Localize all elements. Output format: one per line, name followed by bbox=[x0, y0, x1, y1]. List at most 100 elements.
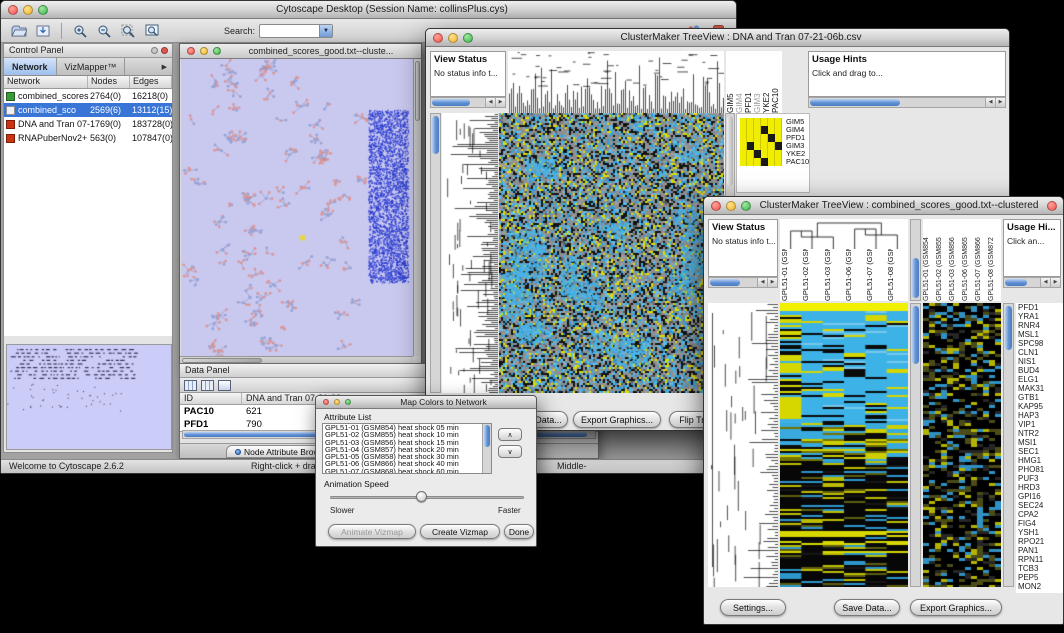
matrix-cell[interactable] bbox=[754, 126, 761, 134]
scroll-right-icon[interactable]: ▶ bbox=[495, 98, 505, 107]
network-overview-thumbnail[interactable] bbox=[6, 344, 172, 450]
matrix-cell[interactable] bbox=[768, 118, 775, 126]
gene-label[interactable]: PUF3 bbox=[1016, 474, 1063, 483]
float-panel-icon[interactable] bbox=[151, 47, 158, 54]
zoom-in-icon[interactable] bbox=[70, 22, 90, 40]
col-id[interactable]: ID bbox=[180, 393, 242, 404]
gene-label[interactable]: MSL1 bbox=[1016, 330, 1063, 339]
matrix-cell[interactable] bbox=[740, 118, 747, 126]
usage-hints-scrollbar[interactable]: ◀ ▶ bbox=[1003, 277, 1061, 288]
network-graph-canvas[interactable] bbox=[181, 59, 415, 357]
close-panel-icon[interactable] bbox=[161, 47, 168, 54]
treeview-combined-titlebar[interactable]: ClusterMaker TreeView : combined_scores_… bbox=[704, 197, 1063, 215]
minimize-icon[interactable] bbox=[200, 47, 208, 55]
matrix-cell[interactable] bbox=[768, 134, 775, 142]
close-icon[interactable] bbox=[323, 399, 329, 405]
minimize-icon[interactable] bbox=[334, 399, 340, 405]
gene-label[interactable]: SEC24 bbox=[1016, 501, 1063, 510]
heatmap-vertical-scrollbar[interactable] bbox=[910, 303, 921, 587]
row-dendrogram[interactable] bbox=[708, 303, 778, 587]
gene-label[interactable]: NTR2 bbox=[1016, 429, 1063, 438]
zoom-icon[interactable] bbox=[38, 5, 48, 15]
open-session-icon[interactable] bbox=[9, 22, 29, 40]
zoom-out-icon[interactable] bbox=[94, 22, 114, 40]
network-list-row[interactable]: combined_sco2569(6)13112(15) bbox=[4, 103, 172, 117]
scroll-left-icon[interactable]: ◀ bbox=[757, 278, 767, 287]
matrix-cell[interactable] bbox=[747, 150, 754, 158]
matrix-cell[interactable] bbox=[747, 126, 754, 134]
matrix-cell[interactable] bbox=[761, 126, 768, 134]
network-list-row[interactable]: combined_scores2764(0)16218(0) bbox=[4, 89, 172, 103]
gene-label[interactable]: YSH1 bbox=[1016, 528, 1063, 537]
gene-label[interactable]: RNR4 bbox=[1016, 321, 1063, 330]
move-down-button[interactable]: ∨ bbox=[498, 445, 522, 458]
gene-label[interactable]: MAK31 bbox=[1016, 384, 1063, 393]
select-attributes-icon[interactable] bbox=[184, 380, 197, 391]
minimize-icon[interactable] bbox=[726, 201, 736, 211]
matrix-cell[interactable] bbox=[754, 142, 761, 150]
row-dendrogram[interactable] bbox=[442, 113, 498, 393]
gene-label[interactable]: PFD1 bbox=[1016, 303, 1063, 312]
matrix-cell[interactable] bbox=[775, 150, 782, 158]
column-dendrogram[interactable] bbox=[508, 51, 724, 113]
gene-label[interactable]: HAP3 bbox=[1016, 411, 1063, 420]
gene-list-scrollbar[interactable] bbox=[1003, 303, 1014, 587]
gene-label[interactable]: MON2 bbox=[1016, 582, 1063, 591]
gene-label[interactable]: YRA1 bbox=[1016, 312, 1063, 321]
scroll-left-icon[interactable]: ◀ bbox=[1040, 278, 1050, 287]
delete-attribute-icon[interactable] bbox=[218, 380, 231, 391]
scroll-left-icon[interactable]: ◀ bbox=[985, 98, 995, 107]
top-vertical-scrollbar[interactable] bbox=[910, 219, 921, 301]
scroll-right-icon[interactable]: ▶ bbox=[995, 98, 1005, 107]
tab-network[interactable]: Network bbox=[4, 58, 57, 75]
col-edges[interactable]: Edges bbox=[130, 76, 172, 88]
matrix-cell[interactable] bbox=[761, 142, 768, 150]
matrix-cell[interactable] bbox=[768, 126, 775, 134]
matrix-cell[interactable] bbox=[775, 126, 782, 134]
matrix-cell[interactable] bbox=[747, 118, 754, 126]
matrix-cell[interactable] bbox=[754, 158, 761, 166]
correlation-matrix[interactable] bbox=[740, 118, 782, 166]
tab-overflow-arrow-icon[interactable]: ▶ bbox=[157, 58, 172, 75]
col-nodes[interactable]: Nodes bbox=[88, 76, 130, 88]
matrix-cell[interactable] bbox=[761, 150, 768, 158]
gene-label[interactable]: FIG4 bbox=[1016, 519, 1063, 528]
gene-label[interactable]: MSI1 bbox=[1016, 438, 1063, 447]
expression-heatmap[interactable] bbox=[780, 303, 908, 587]
matrix-cell[interactable] bbox=[740, 150, 747, 158]
gene-label[interactable]: GPI16 bbox=[1016, 492, 1063, 501]
expression-heatmap[interactable] bbox=[499, 113, 724, 393]
heatmap-left-scrollbar[interactable] bbox=[430, 113, 441, 393]
col-network[interactable]: Network bbox=[4, 76, 88, 88]
close-icon[interactable] bbox=[1047, 201, 1057, 211]
gene-label[interactable]: SPC98 bbox=[1016, 339, 1063, 348]
matrix-cell[interactable] bbox=[740, 142, 747, 150]
minimize-icon[interactable] bbox=[448, 33, 458, 43]
done-button[interactable]: Done bbox=[504, 524, 534, 539]
matrix-cell[interactable] bbox=[761, 118, 768, 126]
close-icon[interactable] bbox=[711, 201, 721, 211]
scroll-right-icon[interactable]: ▶ bbox=[1050, 278, 1060, 287]
matrix-cell[interactable] bbox=[768, 142, 775, 150]
zoom-icon[interactable] bbox=[463, 33, 473, 43]
slider-thumb[interactable] bbox=[416, 491, 427, 502]
gene-label[interactable]: PEP5 bbox=[1016, 573, 1063, 582]
matrix-cell[interactable] bbox=[747, 134, 754, 142]
export-graphics-button[interactable]: Export Graphics... bbox=[910, 599, 1002, 616]
network-list-row[interactable]: DNA and Tran 07-21769(0)183728(0) bbox=[4, 117, 172, 131]
usage-hints-scrollbar[interactable]: ◀ ▶ bbox=[808, 97, 1006, 108]
gene-label[interactable]: ELG1 bbox=[1016, 375, 1063, 384]
gene-label[interactable]: HRD3 bbox=[1016, 483, 1063, 492]
gene-label[interactable]: SEC1 bbox=[1016, 447, 1063, 456]
matrix-cell[interactable] bbox=[747, 142, 754, 150]
view-status-scrollbar[interactable]: ◀ ▶ bbox=[430, 97, 506, 108]
gene-label[interactable]: HMG1 bbox=[1016, 456, 1063, 465]
gene-label[interactable]: VIP1 bbox=[1016, 420, 1063, 429]
matrix-cell[interactable] bbox=[740, 134, 747, 142]
network-list-row[interactable]: RNAPuberNov2+563(0)107847(0) bbox=[4, 131, 172, 145]
matrix-cell[interactable] bbox=[768, 158, 775, 166]
save-data-button[interactable]: Save Data... bbox=[834, 599, 900, 616]
export-graphics-button[interactable]: Export Graphics... bbox=[573, 411, 661, 428]
column-dendrogram[interactable] bbox=[780, 219, 908, 249]
matrix-cell[interactable] bbox=[775, 158, 782, 166]
